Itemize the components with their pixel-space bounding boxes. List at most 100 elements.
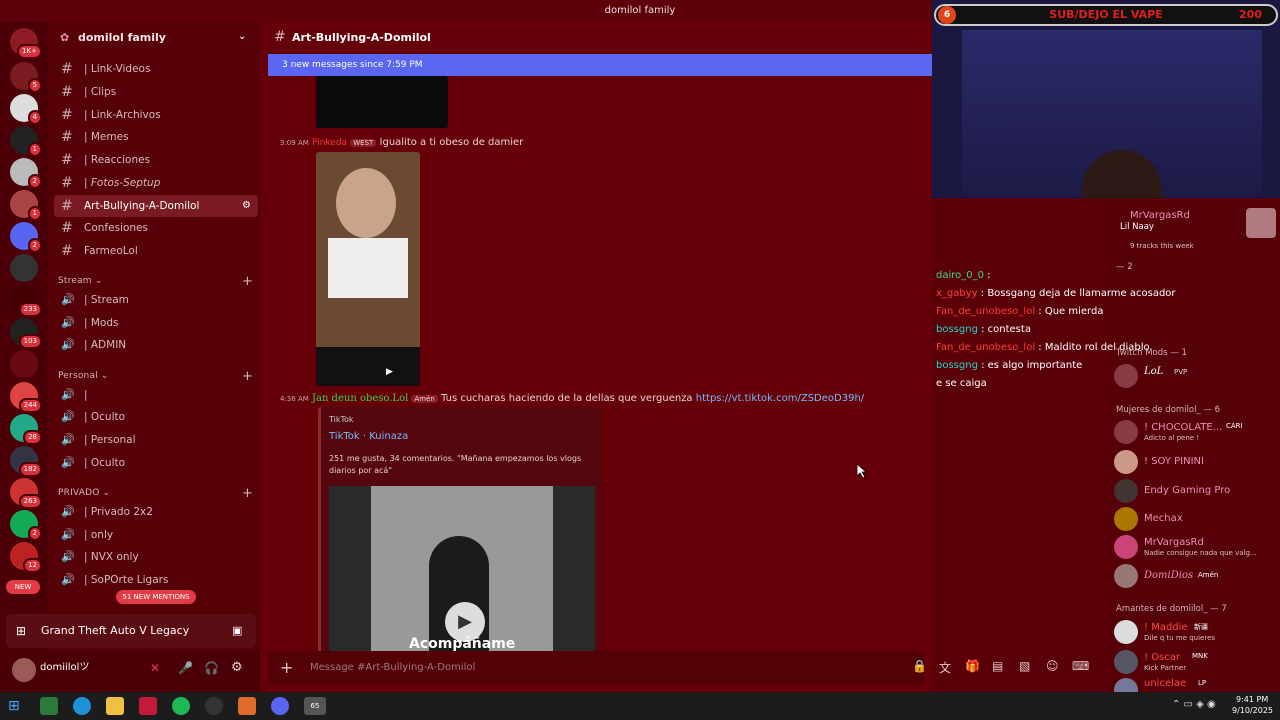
home-button[interactable]: 1K+ — [10, 28, 42, 59]
screen-icon[interactable]: ▣ — [232, 614, 242, 648]
category-stream[interactable]: Stream ⌄ + — [58, 274, 253, 289]
voice-channel-item[interactable]: 🔊 | SoPOrte Ligars — [54, 569, 258, 591]
member-item[interactable]: ! SOY PININI — [1114, 448, 1280, 476]
server-icon[interactable]: 2 — [10, 158, 42, 189]
server-icon[interactable]: 244 — [10, 382, 42, 413]
taskbar-app-icon[interactable] — [40, 697, 58, 715]
plus-icon[interactable]: + — [242, 274, 253, 289]
server-icon[interactable]: 1 — [10, 126, 42, 157]
translate-icon[interactable]: 文 — [939, 659, 951, 676]
avatar[interactable] — [12, 658, 36, 682]
sticker-icon[interactable]: ▧ — [1019, 659, 1030, 673]
server-icon[interactable]: 2 — [10, 510, 42, 541]
server-icon[interactable]: 263 — [10, 478, 42, 509]
clock-time[interactable]: 9:41 PM — [1236, 695, 1268, 704]
voice-channel-item[interactable]: 🔊 | Stream — [54, 289, 258, 311]
voice-channel-item[interactable]: 🔊 | Oculto — [54, 452, 258, 474]
channel-item-selected[interactable]: # Art-Bullying-A-Domilol ⚙ — [54, 195, 258, 217]
server-header[interactable]: ✿ domilol family ⌄ — [48, 22, 260, 54]
lock-icon[interactable]: 🔒 — [912, 659, 927, 673]
member-item[interactable]: Mechax — [1114, 505, 1280, 533]
discord-icon[interactable] — [271, 697, 289, 715]
member-item[interactable]: unicelae LP — [1114, 676, 1280, 692]
taskbar-app-icon[interactable] — [139, 697, 157, 715]
channel-item[interactable]: # | Link-Videos — [54, 58, 258, 80]
channel-item[interactable]: # | Link-Archivos — [54, 104, 258, 126]
server-icon[interactable]: 5 — [10, 62, 42, 93]
voice-channel-item[interactable]: 🔊 | ADMIN — [54, 334, 258, 356]
gear-icon[interactable]: ⚙ — [231, 660, 243, 675]
play-icon[interactable]: ▶ — [386, 367, 393, 377]
category-privado[interactable]: PRIVADO ⌄ + — [58, 486, 253, 501]
server-icon[interactable]: 12 — [10, 542, 42, 573]
video-controls[interactable]: ▶ — [316, 347, 420, 386]
voice-channel-item[interactable]: 🔊 | Mods — [54, 312, 258, 334]
channel-label: | SoPOrte Ligars — [84, 574, 169, 586]
channel-item[interactable]: # | Fotos-Septup — [54, 172, 258, 194]
headphones-icon[interactable]: 🎧 — [204, 661, 219, 675]
composer-placeholder[interactable]: Message #Art-Bullying-A-Domilol — [310, 662, 475, 673]
speaker-icon: 🔊 — [61, 410, 75, 423]
video-attachment[interactable]: ▶ — [316, 152, 420, 386]
windows-start-icon[interactable]: ⊞ — [8, 697, 26, 715]
server-icon[interactable]: 233 — [10, 286, 42, 317]
channel-item[interactable]: # FarmeoLol — [54, 240, 258, 262]
plus-icon[interactable]: + — [242, 486, 253, 501]
message-link[interactable]: https://vt.tiktok.com/ZSDeoD39h/ — [696, 393, 864, 404]
message-author[interactable]: Jan deun obeso.Lol — [312, 393, 408, 404]
gamepad-icon[interactable]: ⌨ — [1072, 659, 1089, 673]
activity-panel[interactable]: ⊞ Grand Theft Auto V Legacy ▣ — [6, 614, 256, 648]
voice-channel-item[interactable]: 🔊 | only — [54, 524, 258, 546]
voice-channel-item[interactable]: 🔊 | Personal — [54, 429, 258, 451]
plus-icon[interactable]: + — [242, 369, 253, 384]
voice-channel-item[interactable]: 🔊 | — [54, 384, 258, 406]
member-item[interactable]: MrVargasRd Nadie consigue nada que valg..… — [1114, 533, 1280, 561]
voice-channel-item[interactable]: 🔊 | Oculto — [54, 406, 258, 428]
gear-icon[interactable]: ⚙ — [242, 195, 251, 217]
channel-item[interactable]: # | Clips — [54, 81, 258, 103]
obs-icon[interactable] — [205, 697, 223, 715]
taskbar-app-badge[interactable]: 65 — [304, 697, 326, 715]
member-item[interactable]: DomiDios Amén — [1114, 562, 1280, 590]
member-item[interactable]: Endy Gaming Pro — [1114, 477, 1280, 505]
gift-icon[interactable]: 🎁 — [965, 659, 980, 673]
channel-item[interactable]: # | Reacciones — [54, 149, 258, 171]
member-item[interactable]: ! Oscar MNK Kick Partner — [1114, 648, 1280, 676]
embed-video[interactable]: ▶ Acompáñame — [329, 486, 595, 672]
system-tray-icons[interactable]: ⌃ ▭ ◈ ◉ — [1172, 699, 1216, 710]
spotify-icon[interactable] — [172, 697, 190, 715]
microphone-icon[interactable]: 🎤 — [178, 661, 193, 675]
previous-attachment[interactable] — [316, 76, 448, 128]
server-icon[interactable] — [10, 254, 38, 282]
plus-icon[interactable]: + — [280, 651, 293, 685]
gif-icon[interactable]: ▤ — [992, 659, 1003, 673]
voice-channel-item[interactable]: 🔊 | Privado 2x2 — [54, 501, 258, 523]
emoji-icon[interactable]: ☺ — [1046, 659, 1059, 673]
server-icon[interactable]: 28 — [10, 414, 42, 445]
channel-item[interactable]: # Confesiones — [54, 217, 258, 239]
category-personal[interactable]: Personal ⌄ + — [58, 369, 253, 384]
server-icon[interactable]: 2 — [10, 222, 42, 253]
edge-icon[interactable] — [73, 697, 91, 715]
server-icon[interactable] — [10, 350, 38, 378]
channel-item[interactable]: # | Memes — [54, 126, 258, 148]
server-icon[interactable]: 182 — [10, 446, 42, 477]
folder-icon[interactable] — [106, 697, 124, 715]
member-item[interactable]: ! CHOCOLATE... CARI Adicto al pene ! — [1114, 418, 1280, 446]
member-item[interactable]: MrVargasRd Lil Naay 9 tracks this week — [1114, 206, 1280, 250]
new-messages-bar[interactable]: 3 new messages since 7:59 PM — [268, 54, 932, 76]
server-icon[interactable]: 103 — [10, 318, 42, 349]
member-item[interactable]: ! Maddie 新疆 Dile q tu me quieres — [1114, 618, 1280, 646]
message-composer[interactable]: + Message #Art-Bullying-A-Domilol — [268, 651, 924, 685]
server-icon[interactable]: 1 — [10, 190, 42, 221]
clock-date[interactable]: 9/10/2025 — [1232, 706, 1273, 715]
hash-icon: # — [61, 243, 73, 259]
message-author[interactable]: Pinkeda — [312, 138, 347, 148]
gamepad-icon[interactable]: ✕ — [150, 661, 160, 675]
new-pill[interactable]: NEW — [6, 580, 40, 594]
new-mentions-pill[interactable]: 51 NEW MENTIONS — [116, 590, 196, 604]
taskbar-app-icon[interactable] — [238, 697, 256, 715]
embed-title[interactable]: TikTok · Kuinaza — [329, 431, 408, 442]
server-icon[interactable]: 4 — [10, 94, 42, 125]
voice-channel-item[interactable]: 🔊 | NVX only — [54, 546, 258, 568]
